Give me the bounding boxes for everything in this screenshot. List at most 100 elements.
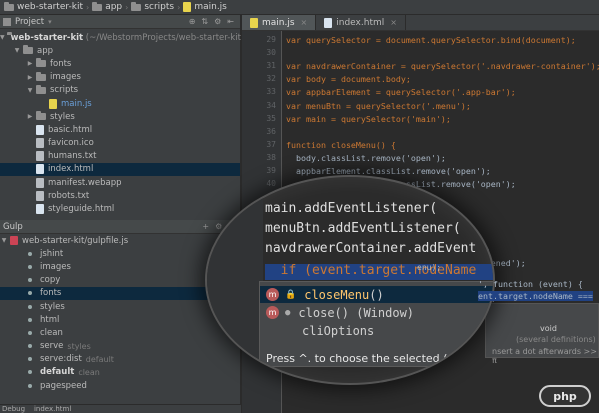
tree-item[interactable]: main.js	[0, 97, 240, 110]
html-file-icon	[36, 124, 44, 135]
folder-icon	[131, 1, 142, 11]
magnifier-lens: main.addEventListener( menuBtn.addEventL…	[205, 175, 495, 385]
gulp-task[interactable]: jshint	[0, 247, 241, 260]
left-tool-panels: Project ▾ ⊕ ⇅ ⚙ ⇤ ▼ web-starter-kit (~/W…	[0, 15, 241, 413]
expanded-arrow-icon[interactable]: ▼	[0, 34, 5, 41]
close-icon[interactable]: ×	[301, 18, 308, 27]
code-line: var main = querySelector('main');	[286, 113, 451, 124]
task-dot-icon	[28, 370, 32, 375]
project-panel-toolbar: ⊕ ⇅ ⚙ ⇤	[189, 17, 240, 26]
line-number: 37	[266, 139, 276, 149]
completion-item-closemenu[interactable]: m 🔒 closeMenu()	[260, 286, 493, 303]
tree-item-label: humans.txt	[48, 151, 97, 162]
gulp-task-label: jshint	[40, 248, 64, 259]
collapsed-arrow-icon[interactable]: ▶	[26, 74, 34, 81]
code-line: appbarElement.classList.remove('open');	[286, 166, 491, 176]
target-icon[interactable]: ⊕	[189, 17, 196, 26]
file-icon	[36, 190, 44, 201]
gulp-task[interactable]: default clean	[0, 366, 241, 379]
tree-item[interactable]: humans.txt	[0, 150, 240, 163]
gulp-icon	[10, 236, 18, 246]
collapsed-arrow-icon[interactable]: ▶	[26, 113, 34, 120]
tree-item[interactable]: ▼ scripts	[0, 84, 240, 97]
line-number: 32	[266, 74, 276, 84]
tree-items: ▼ app ▶ fonts ▶ images ▼ scripts main.js ▶ styles b…	[0, 44, 240, 215]
breadcrumb-scripts[interactable]: scripts	[131, 1, 174, 12]
gulp-task-label: fonts	[40, 288, 62, 299]
html-file-icon	[36, 164, 44, 175]
gulp-task[interactable]: clean	[0, 326, 241, 339]
breadcrumb: web-starter-kit › app › scripts › main.j…	[0, 0, 599, 15]
tree-item[interactable]: ▶ images	[0, 71, 240, 84]
gulp-panel: Gulp + ⚙ ⇤ ▼ web-starter-kit/gulpfile.js…	[0, 220, 241, 392]
gear-icon[interactable]: ⚙	[214, 17, 221, 26]
tree-item[interactable]: styleguide.html	[0, 202, 240, 215]
chevron-right-icon: ›	[125, 2, 129, 12]
tree-item[interactable]: favicon.ico	[0, 137, 240, 150]
gulp-panel-header[interactable]: Gulp + ⚙ ⇤	[0, 220, 241, 234]
code-fragment: ent.target.nodeName ===	[478, 291, 593, 301]
expanded-arrow-icon[interactable]: ▼	[13, 47, 21, 54]
hide-icon[interactable]: ⇤	[227, 17, 234, 26]
tree-item[interactable]: ▶ fonts	[0, 57, 240, 70]
task-dot-icon	[28, 383, 32, 388]
collapsed-arrow-icon[interactable]: ▶	[26, 60, 34, 67]
magnified-gutter	[207, 177, 263, 383]
close-icon[interactable]: ×	[390, 18, 397, 27]
tree-item-label: index.html	[48, 164, 94, 175]
tree-item[interactable]: index.html	[0, 162, 240, 177]
code-line: var querySelector = document.querySelect…	[286, 35, 576, 45]
tree-item-label: styleguide.html	[48, 204, 115, 215]
gulp-task-label: images	[40, 261, 71, 272]
gulp-task[interactable]: html	[0, 313, 241, 326]
gulpfile-row[interactable]: ▼ web-starter-kit/gulpfile.js	[0, 234, 241, 247]
php-watermark: php	[539, 385, 591, 407]
folder-icon	[36, 111, 46, 121]
tree-item[interactable]: ▼ app	[0, 44, 240, 57]
breadcrumb-file[interactable]: main.js	[183, 2, 227, 12]
line-number: 35	[266, 113, 276, 123]
chevron-right-icon: ›	[177, 2, 181, 12]
quick-doc-popup: void (several definitions) nsert a dot a…	[485, 303, 599, 365]
gulp-task[interactable]: serve:dist default	[0, 353, 241, 366]
gulp-task[interactable]: styles	[0, 300, 241, 313]
tree-item-label: manifest.webapp	[48, 177, 122, 188]
tree-root[interactable]: ▼ web-starter-kit (~/WebstormProjects/we…	[0, 31, 241, 44]
breadcrumb-app[interactable]: app	[92, 1, 122, 12]
completion-item-clioptions[interactable]: cliOptions	[266, 322, 374, 339]
tree-item[interactable]: basic.html	[0, 123, 240, 136]
tree-item[interactable]: robots.txt	[0, 189, 240, 202]
project-panel-title: Project	[15, 16, 45, 27]
gulp-task-dependency: clean	[78, 367, 100, 377]
visibility-dot-icon: ●	[285, 307, 291, 318]
expanded-arrow-icon[interactable]: ▼	[0, 237, 8, 244]
task-dot-icon	[28, 317, 32, 322]
tab-index-html[interactable]: index.html ×	[316, 15, 406, 30]
folder-icon	[92, 1, 103, 11]
line-number: 38	[266, 152, 276, 162]
code-line: var menuBtn = querySelector('.menu');	[286, 100, 471, 111]
folder-icon	[36, 58, 46, 68]
file-icon	[36, 177, 44, 188]
completion-item-close[interactable]: m ● close() (Window)	[266, 304, 414, 321]
project-panel-header[interactable]: Project ▾ ⊕ ⇅ ⚙ ⇤	[0, 15, 240, 29]
gulp-task-label: serve:dist	[40, 354, 82, 365]
tab-main-js[interactable]: main.js ×	[242, 15, 317, 30]
line-number: 39	[266, 166, 276, 175]
chevron-down-icon[interactable]: ▾	[48, 18, 52, 26]
gulp-task[interactable]: serve styles	[0, 340, 241, 353]
method-icon: m	[266, 288, 279, 301]
editor-tabs: main.js × index.html ×	[242, 15, 599, 31]
collapse-icon[interactable]: ⇅	[201, 17, 208, 26]
js-file-icon	[183, 2, 192, 12]
gulp-task[interactable]: pagespeed	[0, 379, 241, 392]
gulp-task-label: clean	[40, 327, 63, 338]
tree-item[interactable]: ▶ styles	[0, 110, 240, 123]
gulp-task-label: pagespeed	[40, 380, 87, 391]
tree-item[interactable]: manifest.webapp	[0, 176, 240, 189]
code-line: var navdrawerContainer = querySelector('…	[286, 61, 599, 72]
expanded-arrow-icon[interactable]: ▼	[26, 87, 34, 94]
tree-item-label: styles	[50, 111, 75, 122]
breadcrumb-project[interactable]: web-starter-kit	[4, 1, 83, 12]
gulp-task-label: copy	[40, 275, 61, 286]
